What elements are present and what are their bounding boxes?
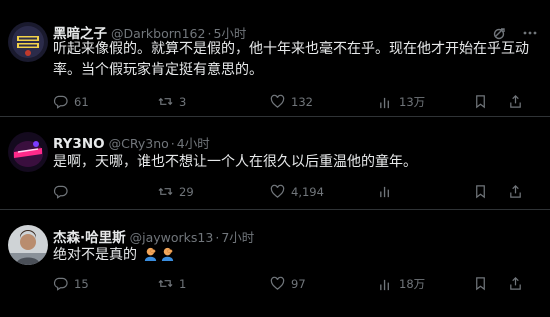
retweet-button[interactable]: 1 — [158, 276, 186, 291]
reply-count: 15 — [74, 276, 89, 291]
bookmark-button[interactable] — [473, 276, 488, 291]
views-count: 18万 — [399, 277, 426, 291]
timestamp[interactable]: 4小时 — [177, 133, 210, 152]
display-name[interactable]: RY3NO — [53, 136, 105, 152]
bookmark-icon — [476, 95, 485, 109]
like-icon — [270, 276, 285, 290]
person-facepalming-emoji — [145, 247, 157, 261]
views-icon — [380, 279, 389, 290]
separator-dot: · — [170, 136, 175, 151]
tweet-1[interactable]: 黑暗之子 @Darkborn162 · 5小时 听起来像假的。就算不是假的，他十… — [0, 0, 550, 117]
like-count: 4,194 — [291, 184, 324, 199]
reply-icon — [53, 277, 68, 291]
man-photo-avatar — [8, 225, 48, 265]
display-name[interactable]: 杰森·哈里斯 — [53, 226, 126, 246]
neon-helmet-avatar — [8, 132, 48, 172]
retweet-button[interactable]: 29 — [158, 184, 194, 199]
retweet-count: 1 — [179, 276, 187, 291]
share-button[interactable] — [508, 184, 523, 199]
user-handle[interactable]: @CRy3no — [109, 136, 169, 151]
separator-dot: · — [215, 230, 220, 245]
retweet-icon — [158, 187, 173, 196]
tweet-2[interactable]: RY3NO @CRy3no · 4小时 是啊，天哪，谁也不想让一个人在很久以后重… — [0, 117, 550, 210]
retweet-count: 3 — [179, 94, 187, 109]
tweet-text: 绝对不是真的 — [53, 245, 532, 266]
tweet-header: RY3NO @CRy3no · 4小时 — [53, 133, 210, 152]
retweet-button[interactable]: 3 — [158, 94, 186, 109]
like-button[interactable]: 4,194 — [270, 184, 324, 199]
avatar[interactable] — [8, 132, 48, 172]
reply-button[interactable] — [53, 184, 74, 199]
like-icon — [270, 184, 285, 198]
bookmark-icon — [476, 185, 485, 199]
bookmark-icon — [476, 277, 485, 291]
like-count: 132 — [291, 94, 313, 109]
avatar[interactable] — [8, 22, 48, 62]
share-icon — [510, 277, 521, 290]
tweet-text: 是啊，天哪，谁也不想让一个人在很久以后重温他的童年。 — [53, 154, 417, 170]
tweet-text: 听起来像假的。就算不是假的，他十年来也毫不在乎。现在他才开始在乎互动率。当个假玩… — [53, 41, 529, 78]
reply-button[interactable]: 15 — [53, 276, 89, 291]
share-icon — [510, 95, 521, 108]
share-button[interactable] — [508, 94, 523, 109]
views-button[interactable]: 18万 — [378, 276, 425, 292]
reply-button[interactable]: 61 — [53, 94, 89, 109]
timestamp[interactable]: 7小时 — [221, 227, 254, 246]
share-icon — [510, 185, 521, 198]
bookmark-button[interactable] — [473, 94, 488, 109]
retweet-icon — [158, 279, 173, 288]
tweet-3[interactable]: 杰森·哈里斯 @jayworks13 · 7小时 绝对不是真的 15 1 97 … — [0, 210, 550, 317]
like-count: 97 — [291, 276, 306, 291]
like-icon — [270, 94, 285, 108]
views-icon — [380, 97, 389, 108]
reply-count: 61 — [74, 94, 89, 109]
reply-icon — [53, 185, 68, 199]
tweet-header: 杰森·哈里斯 @jayworks13 · 7小时 — [53, 226, 254, 246]
retweet-count: 29 — [179, 184, 194, 199]
retweet-icon — [158, 97, 173, 106]
like-button[interactable]: 97 — [270, 276, 306, 291]
bookmark-button[interactable] — [473, 184, 488, 199]
views-button[interactable] — [378, 184, 399, 199]
share-button[interactable] — [508, 276, 523, 291]
reply-icon — [53, 95, 68, 109]
star-wars-logo-avatar — [8, 22, 48, 62]
views-icon — [380, 186, 389, 198]
views-button[interactable]: 13万 — [378, 94, 425, 110]
action-bar: 61 3 132 13万 — [53, 94, 533, 112]
action-bar: 29 4,194 — [53, 184, 533, 202]
reply-feed: 黑暗之子 @Darkborn162 · 5小时 听起来像假的。就算不是假的，他十… — [0, 0, 550, 317]
views-count: 13万 — [399, 95, 426, 109]
like-button[interactable]: 132 — [270, 94, 313, 109]
tweet-text-content: 绝对不是真的 — [53, 247, 137, 263]
avatar[interactable] — [8, 225, 48, 265]
person-facepalming-emoji — [162, 247, 174, 261]
user-handle[interactable]: @jayworks13 — [130, 230, 214, 245]
action-bar: 15 1 97 18万 — [53, 276, 533, 294]
